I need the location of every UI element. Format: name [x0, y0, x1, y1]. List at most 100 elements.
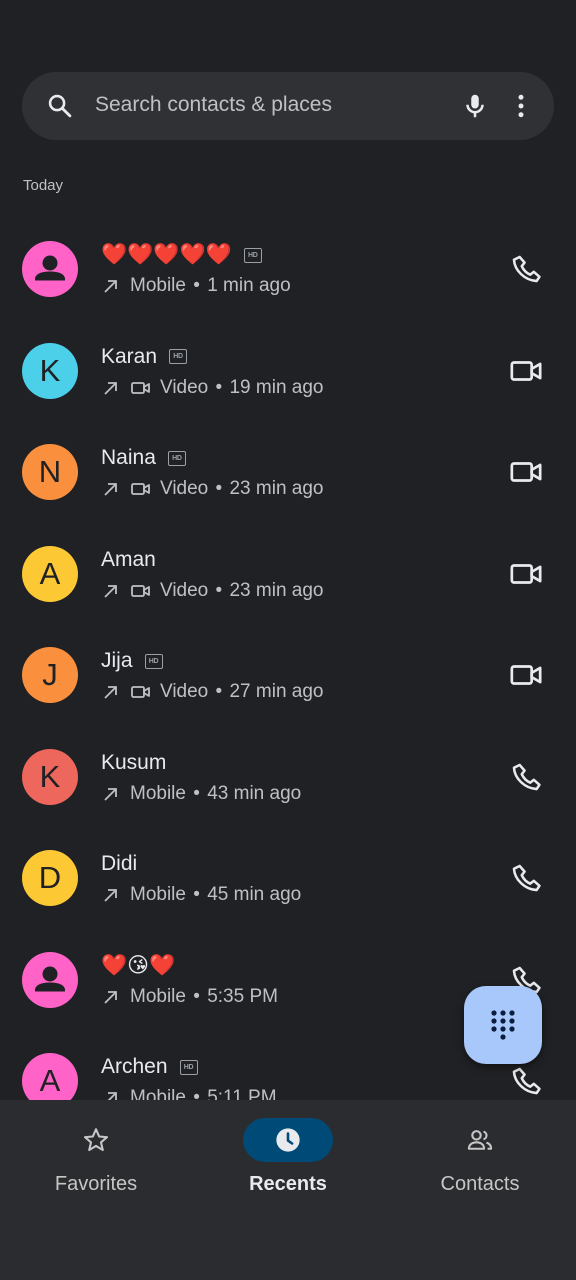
clock-icon: [276, 1128, 300, 1152]
call-type: Mobile: [130, 884, 186, 905]
avatar-initial: K: [39, 758, 61, 794]
search-icon: [48, 94, 72, 118]
call-row[interactable]: J Jija HD Video • 27 min ago: [0, 624, 576, 726]
star-icon: [83, 1128, 109, 1152]
contact-name: Naina: [101, 446, 156, 469]
video-camera-icon: [510, 462, 542, 482]
separator-dot: •: [215, 579, 223, 601]
contact-name: Karan: [101, 344, 158, 368]
avatar-initial: A: [39, 1063, 61, 1098]
call-time: 23 min ago: [229, 478, 324, 499]
separator-dot: •: [215, 681, 223, 702]
video-call-button[interactable]: [508, 658, 544, 692]
nav-label-contacts: Contacts: [440, 1173, 520, 1195]
separator-dot: •: [215, 478, 223, 499]
nav-item-favorites[interactable]: Favorites: [0, 1118, 192, 1218]
search-input[interactable]: Search contacts & places: [95, 93, 332, 117]
avatar-initial: J: [42, 657, 58, 692]
video-call-button[interactable]: [508, 557, 544, 591]
outgoing-call-arrow-icon: [104, 483, 117, 496]
avatar-initial: A: [39, 555, 61, 591]
avatar[interactable]: K: [22, 748, 78, 805]
person-icon: [35, 966, 65, 991]
outgoing-call-arrow-icon: [104, 990, 117, 1004]
hd-badge-icon: HD: [179, 1059, 198, 1075]
call-button[interactable]: [508, 861, 544, 895]
call-time: 45 min ago: [207, 884, 302, 905]
contact-name: Kusum: [101, 750, 167, 774]
call-time: 43 min ago: [207, 782, 302, 804]
call-row[interactable]: ❤️❤️❤️❤️❤️ HD Mobile • 1 min ago: [0, 218, 576, 320]
more-options-icon[interactable]: [506, 91, 536, 121]
separator-dot: •: [215, 376, 223, 398]
avatar[interactable]: [22, 241, 78, 297]
video-call-small-icon: [131, 686, 150, 698]
call-type: Video: [160, 478, 209, 499]
call-row[interactable]: K Karan HD Video • 19 min ago: [0, 320, 576, 422]
contact-name: Aman: [101, 547, 156, 571]
nav-label-favorites: Favorites: [54, 1173, 138, 1195]
separator-dot: •: [193, 985, 200, 1007]
avatar[interactable]: D: [22, 850, 78, 906]
call-button[interactable]: [508, 1064, 544, 1098]
search-bar[interactable]: Search contacts & places: [22, 72, 554, 140]
call-time: 1 min ago: [207, 275, 291, 296]
video-camera-icon: [510, 563, 542, 584]
separator-dot: •: [193, 884, 200, 905]
call-type: Mobile: [130, 985, 186, 1007]
phone-icon: [512, 255, 541, 283]
avatar[interactable]: K: [22, 342, 78, 399]
avatar[interactable]: A: [22, 1053, 78, 1100]
hd-badge-icon: HD: [243, 247, 262, 263]
outgoing-call-arrow-icon: [104, 584, 117, 598]
avatar-initial: N: [38, 454, 62, 489]
phone-icon: [512, 1067, 541, 1095]
call-row[interactable]: N Naina HD Video • 23 min ago: [0, 421, 576, 523]
call-type: Video: [160, 579, 209, 601]
call-row[interactable]: K Kusum Mobile • 43 min ago: [0, 726, 576, 828]
outgoing-call-arrow-icon: [104, 280, 117, 293]
separator-dot: •: [193, 782, 200, 804]
bottom-navigation: Favorites Recents Contacts: [0, 1100, 576, 1280]
video-camera-icon: [510, 360, 542, 381]
phone-icon: [512, 763, 541, 790]
call-type: Video: [160, 681, 209, 702]
avatar[interactable]: [22, 951, 78, 1008]
call-time: 5:11 PM: [207, 1087, 277, 1100]
video-call-button[interactable]: [508, 455, 544, 489]
nav-item-recents[interactable]: Recents: [192, 1118, 384, 1218]
hd-badge-icon: HD: [167, 450, 186, 466]
video-call-small-icon: [131, 584, 150, 597]
avatar[interactable]: N: [22, 444, 78, 500]
separator-dot: •: [193, 275, 200, 296]
outgoing-call-arrow-icon: [107, 1092, 117, 1100]
contact-name: Archen: [101, 1055, 168, 1078]
call-time: 19 min ago: [229, 376, 324, 398]
video-call-small-icon: [131, 483, 150, 495]
hd-badge-icon: HD: [144, 653, 163, 669]
avatar-initial: K: [39, 352, 61, 388]
outgoing-call-arrow-icon: [104, 381, 117, 395]
contact-name: Didi: [101, 852, 138, 875]
nav-item-contacts[interactable]: Contacts: [384, 1118, 576, 1218]
call-type: Mobile: [130, 1087, 186, 1100]
call-row[interactable]: A Aman Video • 23 min ago: [0, 523, 576, 625]
outgoing-call-arrow-icon: [104, 889, 117, 902]
outgoing-call-arrow-icon: [104, 787, 117, 801]
call-time: 23 min ago: [229, 579, 324, 601]
call-button[interactable]: [508, 252, 544, 286]
microphone-icon[interactable]: [460, 91, 490, 121]
nav-label-recents: Recents: [249, 1173, 327, 1195]
avatar-initial: D: [38, 860, 62, 895]
avatar[interactable]: A: [22, 545, 78, 602]
avatar[interactable]: J: [22, 647, 78, 703]
call-type: Mobile: [130, 782, 186, 804]
dialpad-icon: [491, 1010, 515, 1040]
call-type: Mobile: [130, 275, 186, 296]
dialpad-button[interactable]: [464, 986, 542, 1064]
call-button[interactable]: [508, 760, 544, 794]
video-call-small-icon: [131, 381, 150, 394]
separator-dot: •: [193, 1087, 200, 1100]
video-call-button[interactable]: [508, 354, 544, 388]
call-row[interactable]: D Didi Mobile • 45 min ago: [0, 827, 576, 929]
